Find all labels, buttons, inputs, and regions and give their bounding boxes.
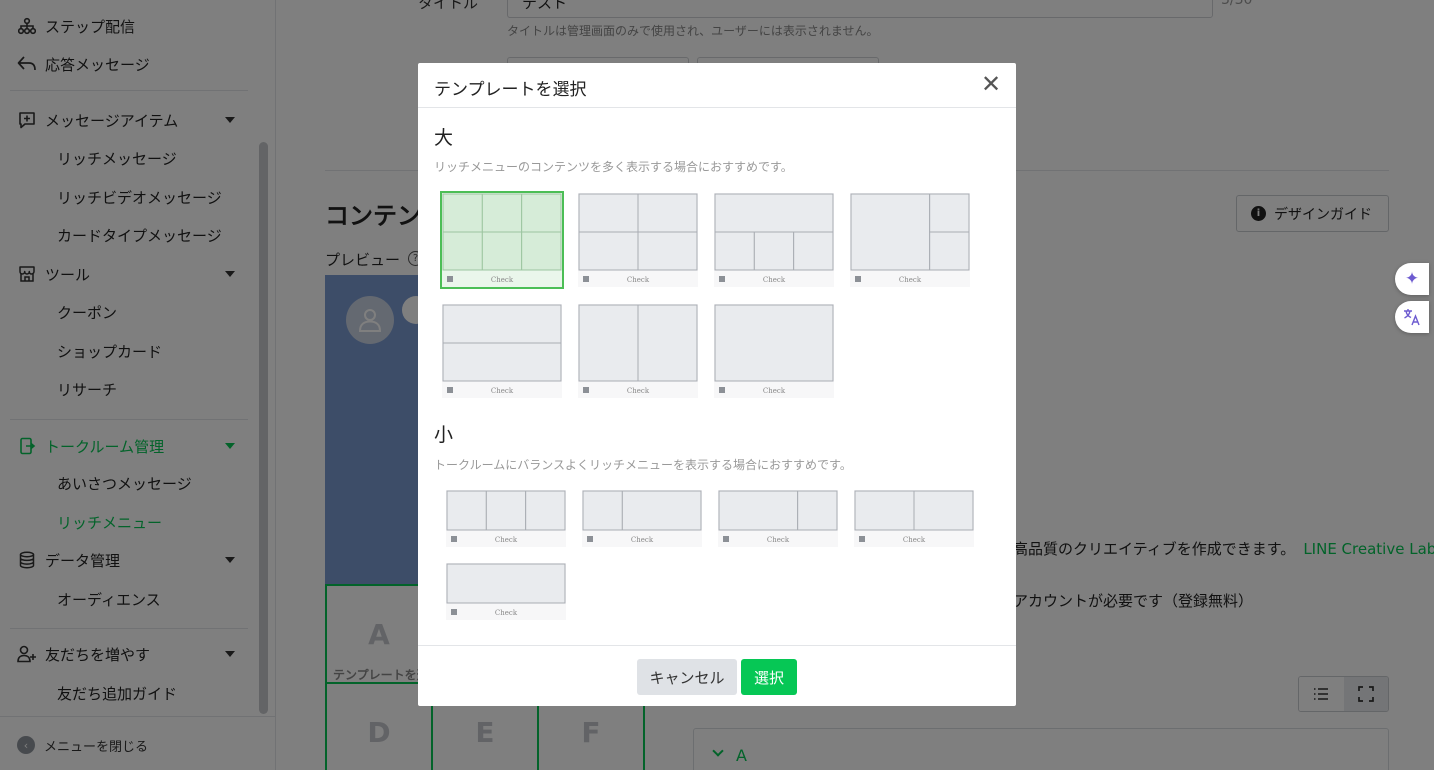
small-template-option[interactable]: Check: [446, 490, 566, 547]
cancel-button[interactable]: キャンセル: [637, 659, 737, 695]
template-caption: Check: [631, 536, 654, 544]
small-template-option[interactable]: Check: [446, 563, 566, 620]
modal-header: テンプレートを選択 ✕: [418, 63, 1016, 108]
template-select-modal: テンプレートを選択 ✕ 大 リッチメニューのコンテンツを多く表示する場合におすす…: [418, 63, 1016, 706]
small-section-desc: トークルームにバランスよくリッチメニューを表示する場合におすすめです。: [434, 458, 852, 472]
select-button[interactable]: 選択: [741, 659, 797, 695]
template-layout-icon: Check: [442, 304, 562, 398]
template-caption: Check: [491, 387, 514, 395]
large-template-option[interactable]: Check: [442, 304, 562, 398]
template-caption: Check: [491, 276, 514, 284]
template-layout-icon: Check: [578, 193, 698, 287]
template-caption: Check: [903, 536, 926, 544]
template-layout-icon: Check: [446, 490, 566, 547]
close-icon[interactable]: ✕: [978, 71, 1004, 97]
modal-footer: キャンセル 選択: [418, 645, 1016, 706]
template-layout-icon: Check: [714, 304, 834, 398]
template-caption: Check: [763, 387, 786, 395]
large-template-option[interactable]: Check: [714, 304, 834, 398]
template-layout-icon: Check: [446, 563, 566, 620]
template-caption: Check: [495, 609, 518, 617]
template-layout-icon: Check: [578, 304, 698, 398]
large-template-option[interactable]: Check: [850, 193, 970, 287]
template-layout-icon: Check: [582, 490, 702, 547]
sparkle-icon[interactable]: ✦: [1395, 263, 1429, 295]
small-template-option[interactable]: Check: [582, 490, 702, 547]
template-caption: Check: [627, 276, 650, 284]
template-layout-icon: Check: [850, 193, 970, 287]
template-caption: Check: [495, 536, 518, 544]
large-section-heading: 大: [434, 127, 454, 149]
template-layout-icon: Check: [854, 490, 974, 547]
large-section-desc: リッチメニューのコンテンツを多く表示する場合におすすめです。: [434, 160, 793, 174]
template-layout-icon: Check: [714, 193, 834, 287]
large-template-option[interactable]: Check: [714, 193, 834, 287]
template-caption: Check: [763, 276, 786, 284]
translate-icon[interactable]: [1395, 301, 1429, 333]
small-section-heading: 小: [434, 424, 454, 446]
template-caption: Check: [899, 276, 922, 284]
small-template-option[interactable]: Check: [854, 490, 974, 547]
template-caption: Check: [627, 387, 650, 395]
template-layout-icon: Check: [442, 193, 562, 287]
template-layout-icon: Check: [718, 490, 838, 547]
small-template-option[interactable]: Check: [718, 490, 838, 547]
large-template-option[interactable]: Check: [578, 193, 698, 287]
large-template-option[interactable]: Check: [578, 304, 698, 398]
large-template-option[interactable]: Check: [440, 191, 564, 289]
modal-title: テンプレートを選択: [434, 80, 587, 100]
template-caption: Check: [767, 536, 790, 544]
